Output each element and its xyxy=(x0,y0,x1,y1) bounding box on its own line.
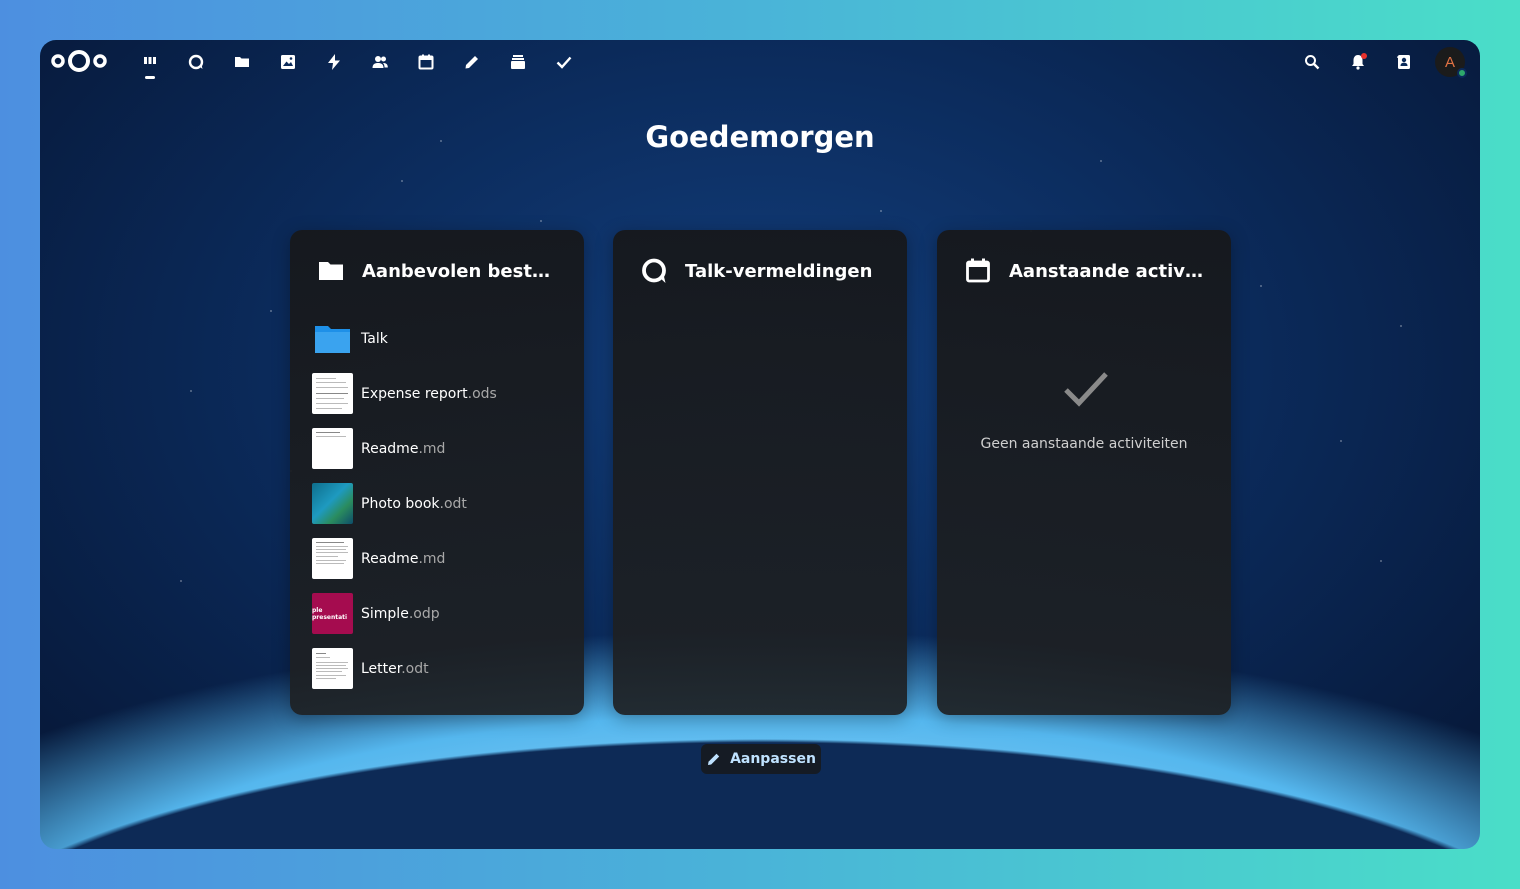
contacts-menu-button[interactable] xyxy=(1388,48,1420,76)
file-item[interactable]: Readme.md xyxy=(312,421,572,476)
app-dashboard[interactable] xyxy=(134,48,166,79)
file-item[interactable]: Expense report.ods xyxy=(312,366,572,421)
dashboard-icon xyxy=(144,57,156,64)
file-name: Readme.md xyxy=(361,440,446,457)
folder-icon xyxy=(319,262,343,280)
file-name: Simple.odp xyxy=(361,605,440,622)
widget-upcoming-events: Aanstaande activite… Geen aanstaande act… xyxy=(937,230,1231,715)
widget-header: Aanstaande activite… xyxy=(963,256,1217,286)
search-icon xyxy=(1305,55,1320,70)
file-item[interactable]: Letter.odt xyxy=(312,641,572,696)
unified-search-button[interactable] xyxy=(1296,48,1328,76)
lightning-icon xyxy=(328,54,340,70)
checkmark-icon xyxy=(556,56,572,69)
deck-icon xyxy=(511,55,525,69)
photo-thumbnail xyxy=(312,483,353,524)
user-avatar[interactable]: A xyxy=(1435,47,1467,78)
widget-header: Talk-vermeldingen xyxy=(639,256,893,286)
document-thumbnail xyxy=(312,538,353,579)
widget-header: Aanbevolen bestan… xyxy=(316,256,570,286)
dashboard-window: A Goedemorgen Aanbevolen bestan… Talk Ex… xyxy=(40,40,1480,849)
notifications-button[interactable] xyxy=(1342,48,1374,76)
widget-title[interactable]: Aanbevolen bestan… xyxy=(362,261,562,282)
app-photos[interactable] xyxy=(272,48,304,76)
notification-badge xyxy=(1361,53,1367,59)
file-name: Expense report.ods xyxy=(361,385,497,402)
empty-state-text: Geen aanstaande activiteiten xyxy=(980,436,1188,452)
calendar-icon xyxy=(966,258,990,283)
app-contacts[interactable] xyxy=(364,48,396,76)
file-item[interactable]: Talk xyxy=(312,311,572,366)
app-tasks[interactable] xyxy=(548,48,580,76)
nextcloud-logo[interactable] xyxy=(50,48,108,74)
app-activity[interactable] xyxy=(318,48,350,76)
folder-thumbnail xyxy=(312,318,353,359)
app-talk[interactable] xyxy=(180,48,212,76)
online-status-indicator xyxy=(1457,68,1467,78)
image-icon xyxy=(281,55,295,69)
pencil-icon xyxy=(465,56,478,69)
widget-title[interactable]: Talk-vermeldingen xyxy=(685,261,872,282)
top-bar: A xyxy=(40,40,1480,84)
app-calendar[interactable] xyxy=(410,48,442,76)
greeting-heading: Goedemorgen xyxy=(645,120,875,154)
widget-recommended-files: Aanbevolen bestan… Talk Expense report.o… xyxy=(290,230,584,715)
contacts-menu-icon xyxy=(1397,55,1410,69)
talk-icon xyxy=(188,54,204,70)
avatar-initial: A xyxy=(1444,53,1455,71)
document-thumbnail xyxy=(312,428,353,469)
file-item[interactable]: Photo book.odt xyxy=(312,476,572,531)
folder-icon xyxy=(235,57,249,67)
file-item[interactable]: Readme.md xyxy=(312,531,572,586)
active-indicator xyxy=(145,76,155,79)
customize-label: Aanpassen xyxy=(730,751,816,767)
widget-title[interactable]: Aanstaande activite… xyxy=(1009,261,1209,282)
talk-icon xyxy=(642,258,666,283)
pencil-icon xyxy=(708,753,720,765)
calendar-icon xyxy=(418,54,434,70)
document-thumbnail xyxy=(312,648,353,689)
app-files[interactable] xyxy=(226,48,258,76)
customize-button[interactable]: Aanpassen xyxy=(701,744,821,774)
app-notes[interactable] xyxy=(456,48,488,76)
checkmark-icon xyxy=(1064,372,1108,407)
spreadsheet-thumbnail xyxy=(312,373,353,414)
file-item[interactable]: ple presentati Simple.odp xyxy=(312,586,572,641)
file-name: Photo book.odt xyxy=(361,495,467,512)
app-deck[interactable] xyxy=(502,48,534,76)
file-name: Talk xyxy=(361,330,388,347)
file-name: Letter.odt xyxy=(361,660,429,677)
file-list: Talk Expense report.ods Readme.md Photo … xyxy=(312,311,572,696)
presentation-thumbnail: ple presentati xyxy=(312,593,353,634)
contacts-icon xyxy=(372,56,388,68)
file-name: Readme.md xyxy=(361,550,446,567)
widget-talk-mentions: Talk-vermeldingen xyxy=(613,230,907,715)
